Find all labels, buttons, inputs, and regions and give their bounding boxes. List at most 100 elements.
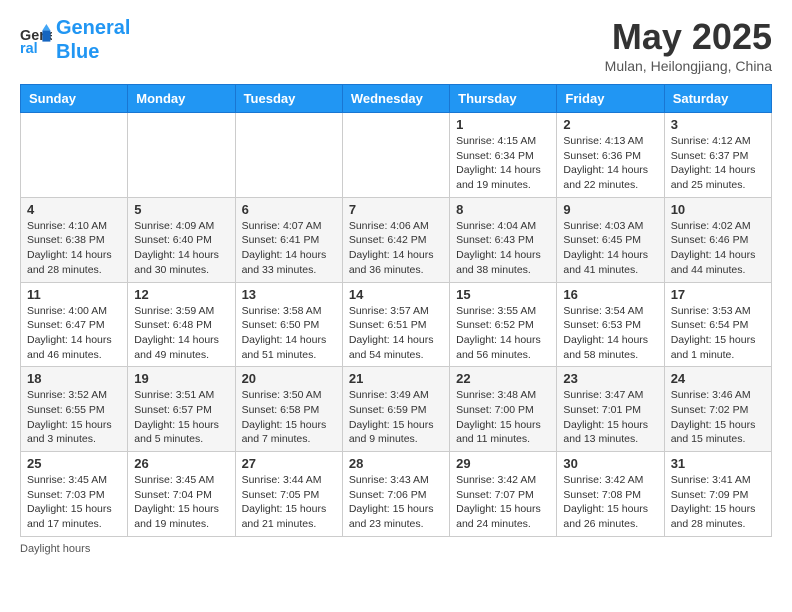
day-number: 31 [671,456,765,471]
calendar-cell: 14Sunrise: 3:57 AM Sunset: 6:51 PM Dayli… [342,282,449,367]
calendar-cell: 13 Sunrise: 3:58 AM Sunset: 6:50 PM Dayli… [235,282,342,367]
calendar-cell: 27Sunrise: 3:44 AM Sunset: 7:05 PM Dayli… [235,452,342,537]
day-number: 9 [563,202,657,217]
page: Gene ral General Blue May 2025 Mulan, He… [0,0,792,571]
calendar-cell: 2Sunrise: 4:13 AM Sunset: 6:36 PM Daylig… [557,113,664,198]
day-info: Sunrise: 3:45 AM Sunset: 7:03 PM Dayligh… [27,473,121,532]
day-number: 7 [349,202,443,217]
day-info: Sunrise: 4:10 AM Sunset: 6:38 PM Dayligh… [27,219,121,278]
calendar-cell: 24 Sunrise: 3:46 AM Sunset: 7:02 PM Dayli… [664,367,771,452]
day-number: 3 [671,117,765,132]
footer: Daylight hours [20,543,772,555]
svg-text:ral: ral [20,41,38,56]
logo-icon: Gene ral [20,24,52,56]
day-number: 8 [456,202,550,217]
day-info: Sunrise: 4:09 AM Sunset: 6:40 PM Dayligh… [134,219,228,278]
day-number: 16 [563,287,657,302]
calendar-cell: 20Sunrise: 3:50 AM Sunset: 6:58 PM Dayli… [235,367,342,452]
day-info: Sunrise: 3:47 AM Sunset: 7:01 PM Dayligh… [563,388,657,447]
calendar-cell: 31 Sunrise: 3:41 AM Sunset: 7:09 PM Dayli… [664,452,771,537]
day-number: 24 [671,371,765,386]
day-number: 1 [456,117,550,132]
col-header-sunday: Sunday [21,85,128,113]
calendar-week-4: 18 Sunrise: 3:52 AM Sunset: 6:55 PM Dayli… [21,367,772,452]
day-number: 25 [27,456,121,471]
calendar-cell: 22Sunrise: 3:48 AM Sunset: 7:00 PM Dayli… [450,367,557,452]
calendar-cell: 28Sunrise: 3:43 AM Sunset: 7:06 PM Dayli… [342,452,449,537]
col-header-wednesday: Wednesday [342,85,449,113]
calendar-cell: 7Sunrise: 4:06 AM Sunset: 6:42 PM Daylig… [342,197,449,282]
day-number: 26 [134,456,228,471]
day-number: 12 [134,287,228,302]
day-info: Sunrise: 4:00 AM Sunset: 6:47 PM Dayligh… [27,304,121,363]
calendar-cell: 18 Sunrise: 3:52 AM Sunset: 6:55 PM Dayli… [21,367,128,452]
calendar-cell: 17 Sunrise: 3:53 AM Sunset: 6:54 PM Dayli… [664,282,771,367]
day-info: Sunrise: 3:58 AM Sunset: 6:50 PM Dayligh… [242,304,336,363]
day-info: Sunrise: 3:52 AM Sunset: 6:55 PM Dayligh… [27,388,121,447]
day-info: Sunrise: 3:42 AM Sunset: 7:07 PM Dayligh… [456,473,550,532]
title-block: May 2025 Mulan, Heilongjiang, China [605,16,772,74]
calendar-cell: 5Sunrise: 4:09 AM Sunset: 6:40 PM Daylig… [128,197,235,282]
day-number: 19 [134,371,228,386]
month-title: May 2025 [605,16,772,58]
calendar-cell: 26 Sunrise: 3:45 AM Sunset: 7:04 PM Dayli… [128,452,235,537]
calendar-cell: 8 Sunrise: 4:04 AM Sunset: 6:43 PM Daylig… [450,197,557,282]
col-header-monday: Monday [128,85,235,113]
header: Gene ral General Blue May 2025 Mulan, He… [20,16,772,74]
col-header-friday: Friday [557,85,664,113]
day-number: 28 [349,456,443,471]
day-number: 22 [456,371,550,386]
day-number: 23 [563,371,657,386]
calendar-cell [342,113,449,198]
calendar-week-3: 11 Sunrise: 4:00 AM Sunset: 6:47 PM Dayli… [21,282,772,367]
day-number: 11 [27,287,121,302]
calendar-cell: 11 Sunrise: 4:00 AM Sunset: 6:47 PM Dayli… [21,282,128,367]
calendar-cell [235,113,342,198]
day-number: 14 [349,287,443,302]
calendar-cell: 16 Sunrise: 3:54 AM Sunset: 6:53 PM Dayli… [557,282,664,367]
calendar-cell: 23 Sunrise: 3:47 AM Sunset: 7:01 PM Dayli… [557,367,664,452]
calendar-cell: 19 Sunrise: 3:51 AM Sunset: 6:57 PM Dayli… [128,367,235,452]
day-number: 30 [563,456,657,471]
day-info: Sunrise: 3:46 AM Sunset: 7:02 PM Dayligh… [671,388,765,447]
calendar-cell: 15 Sunrise: 3:55 AM Sunset: 6:52 PM Dayli… [450,282,557,367]
day-number: 17 [671,287,765,302]
day-info: Sunrise: 3:54 AM Sunset: 6:53 PM Dayligh… [563,304,657,363]
day-info: Sunrise: 3:53 AM Sunset: 6:54 PM Dayligh… [671,304,765,363]
calendar-cell: 4 Sunrise: 4:10 AM Sunset: 6:38 PM Daylig… [21,197,128,282]
calendar-cell: 30Sunrise: 3:42 AM Sunset: 7:08 PM Dayli… [557,452,664,537]
day-number: 15 [456,287,550,302]
logo-text: General Blue [56,16,130,64]
day-info: Sunrise: 4:02 AM Sunset: 6:46 PM Dayligh… [671,219,765,278]
day-info: Sunrise: 3:45 AM Sunset: 7:04 PM Dayligh… [134,473,228,532]
day-number: 18 [27,371,121,386]
calendar-cell: 29Sunrise: 3:42 AM Sunset: 7:07 PM Dayli… [450,452,557,537]
day-number: 13 [242,287,336,302]
day-info: Sunrise: 3:51 AM Sunset: 6:57 PM Dayligh… [134,388,228,447]
calendar-table: SundayMondayTuesdayWednesdayThursdayFrid… [20,84,772,537]
day-number: 10 [671,202,765,217]
calendar-cell: 6Sunrise: 4:07 AM Sunset: 6:41 PM Daylig… [235,197,342,282]
day-number: 4 [27,202,121,217]
day-info: Sunrise: 3:55 AM Sunset: 6:52 PM Dayligh… [456,304,550,363]
day-number: 21 [349,371,443,386]
day-info: Sunrise: 4:03 AM Sunset: 6:45 PM Dayligh… [563,219,657,278]
day-info: Sunrise: 4:15 AM Sunset: 6:34 PM Dayligh… [456,134,550,193]
calendar-cell: 3Sunrise: 4:12 AM Sunset: 6:37 PM Daylig… [664,113,771,198]
header-row: SundayMondayTuesdayWednesdayThursdayFrid… [21,85,772,113]
day-info: Sunrise: 3:49 AM Sunset: 6:59 PM Dayligh… [349,388,443,447]
day-info: Sunrise: 4:13 AM Sunset: 6:36 PM Dayligh… [563,134,657,193]
day-info: Sunrise: 4:04 AM Sunset: 6:43 PM Dayligh… [456,219,550,278]
col-header-saturday: Saturday [664,85,771,113]
calendar-cell: 1 Sunrise: 4:15 AM Sunset: 6:34 PM Daylig… [450,113,557,198]
calendar-cell: 21 Sunrise: 3:49 AM Sunset: 6:59 PM Dayli… [342,367,449,452]
calendar-week-5: 25 Sunrise: 3:45 AM Sunset: 7:03 PM Dayli… [21,452,772,537]
calendar-cell [21,113,128,198]
day-number: 6 [242,202,336,217]
daylight-label: Daylight hours [20,543,90,555]
day-info: Sunrise: 3:41 AM Sunset: 7:09 PM Dayligh… [671,473,765,532]
location: Mulan, Heilongjiang, China [605,58,772,74]
calendar-cell: 12Sunrise: 3:59 AM Sunset: 6:48 PM Dayli… [128,282,235,367]
calendar-cell: 10 Sunrise: 4:02 AM Sunset: 6:46 PM Dayli… [664,197,771,282]
calendar-week-2: 4 Sunrise: 4:10 AM Sunset: 6:38 PM Daylig… [21,197,772,282]
